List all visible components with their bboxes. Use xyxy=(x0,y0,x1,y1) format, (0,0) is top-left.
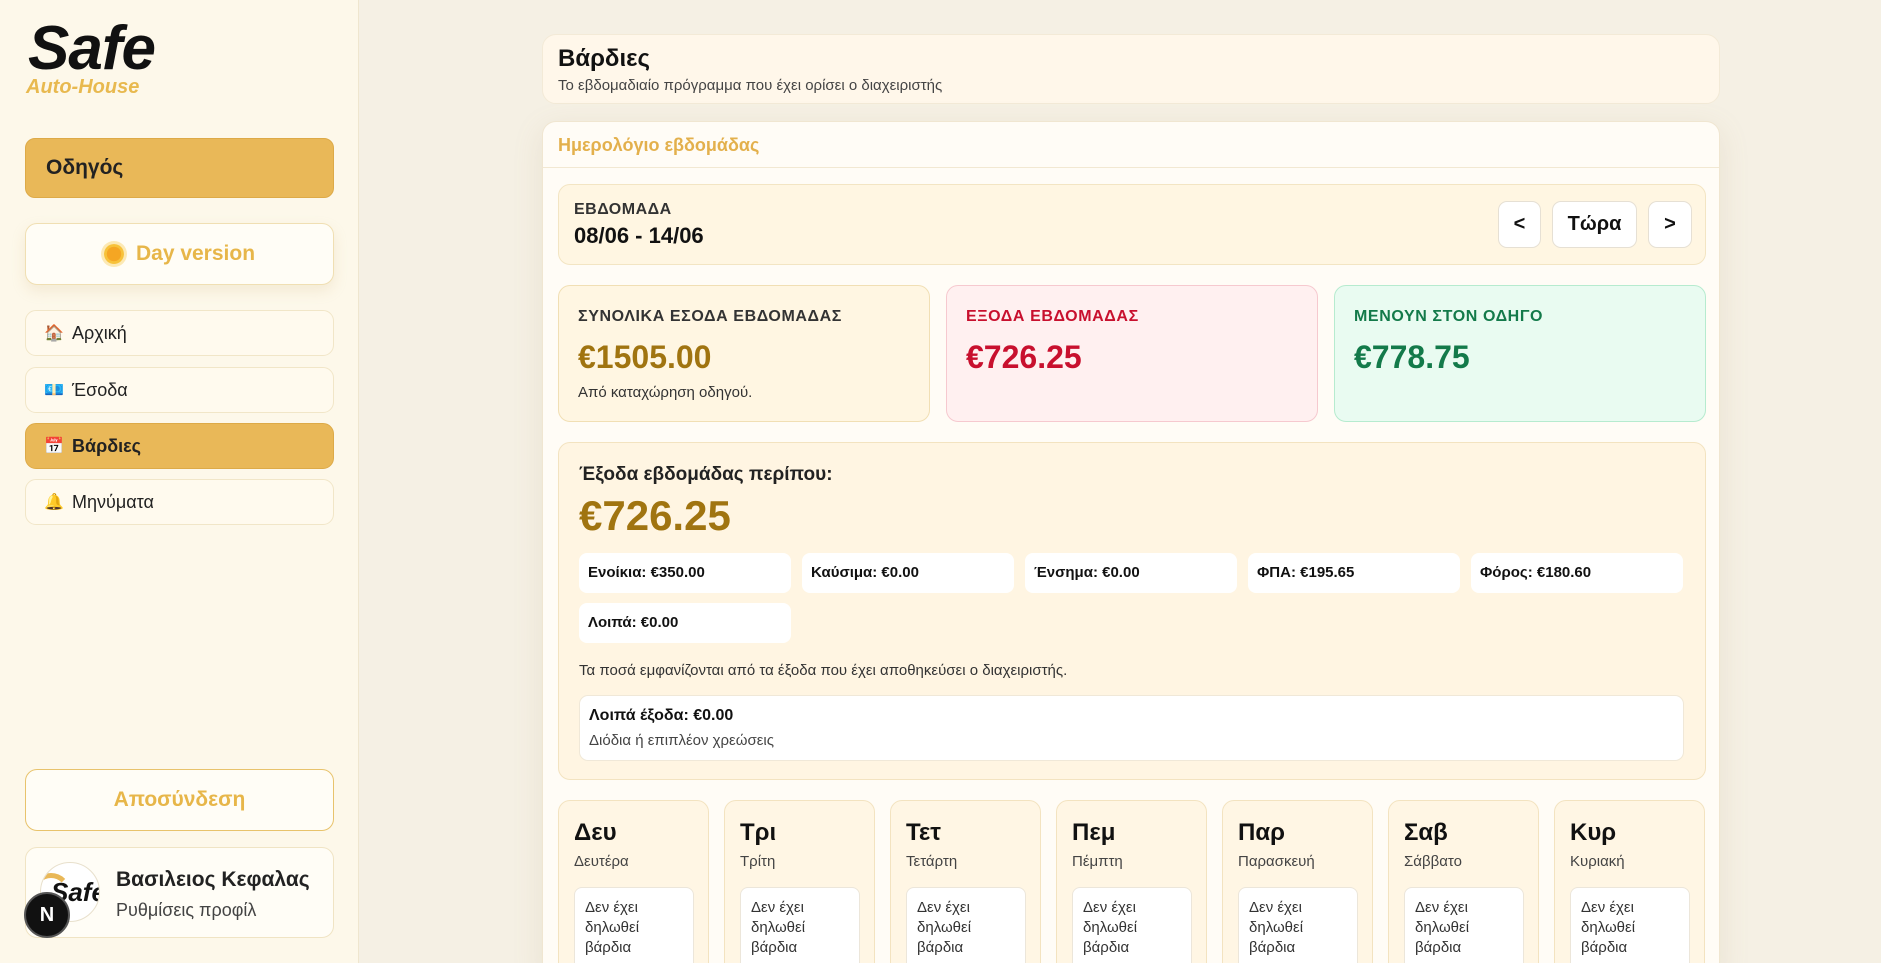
stat-income: ΣΥΝΟΛΙΚΑ ΕΣΟΔΑ ΕΒΔΟΜΑΔΑΣ €1505.00 Από κα… xyxy=(558,285,930,422)
profile-card[interactable]: Safe Βασιλειος Κεφαλας Ρυθμίσεις προφίλ xyxy=(25,847,334,938)
extra-expenses-title: Λοιπά έξοδα: €0.00 xyxy=(589,707,734,724)
day-card-tue[interactable]: Τρι Τρίτη Δεν έχει δηλωθεί βάρδια xyxy=(724,800,875,963)
day-full-name: Σάββατο xyxy=(1404,853,1462,870)
page-header: Βάρδιες Το εβδομαδιαίο πρόγραμμα που έχε… xyxy=(542,34,1720,104)
day-card-fri[interactable]: Παρ Παρασκευή Δεν έχει δηλωθεί βάρδια xyxy=(1222,800,1373,963)
sun-icon xyxy=(103,244,124,264)
day-full-name: Παρασκευή xyxy=(1238,853,1315,870)
day-shift-status: Δεν έχει δηλωθεί βάρδια xyxy=(1404,887,1524,963)
day-abbr: Κυρ xyxy=(1570,819,1617,846)
week-range: 08/06 - 14/06 xyxy=(574,223,704,248)
nav-item-home[interactable]: 🏠 Αρχική xyxy=(25,310,334,356)
nav-item-label: Μηνύματα xyxy=(72,491,154,512)
day-version-label: Day version xyxy=(135,242,256,265)
page-title: Βάρδιες xyxy=(558,45,651,72)
day-full-name: Τρίτη xyxy=(740,853,776,870)
stat-expenses-value: €726.25 xyxy=(966,339,1082,375)
day-abbr: Δευ xyxy=(574,819,617,846)
expense-chip-fuel: Καύσιμα: €0.00 xyxy=(802,553,1014,593)
day-card-thu[interactable]: Πεμ Πέμπτη Δεν έχει δηλωθεί βάρδια xyxy=(1056,800,1207,963)
expenses-breakdown: Έξοδα εβδομάδας περίπου: €726.25 Ενοίκια… xyxy=(558,442,1706,780)
stat-income-note: Από καταχώρηση οδηγού. xyxy=(578,384,753,401)
expense-chip-other: Λοιπά: €0.00 xyxy=(579,603,791,643)
page-subtitle: Το εβδομαδιαίο πρόγραμμα που έχει ορίσει… xyxy=(558,77,943,94)
home-icon: 🏠 xyxy=(44,325,64,342)
bell-icon: 🔔 xyxy=(44,494,64,511)
expense-chip-tax: Φόρος: €180.60 xyxy=(1471,553,1683,593)
stat-driver: ΜΕΝΟΥΝ ΣΤΟΝ ΟΔΗΓΟ €778.75 xyxy=(1334,285,1706,422)
nav-item-shifts[interactable]: 📅 Βάρδιες xyxy=(25,423,334,469)
day-card-wed[interactable]: Τετ Τετάρτη Δεν έχει δηλωθεί βάρδια xyxy=(890,800,1041,963)
day-abbr: Τετ xyxy=(906,819,941,846)
expense-chip-stamps: Ένσημα: €0.00 xyxy=(1025,553,1237,593)
next-week-button[interactable]: > xyxy=(1648,201,1692,248)
day-card-mon[interactable]: Δευ Δευτέρα Δεν έχει δηλωθεί βάρδια xyxy=(558,800,709,963)
day-full-name: Τετάρτη xyxy=(906,853,958,870)
day-full-name: Κυριακή xyxy=(1570,853,1625,870)
week-selector: ΕΒΔΟΜΑΔΑ 08/06 - 14/06 < Τώρα > xyxy=(558,184,1706,265)
nav-item-label: Αρχική xyxy=(72,322,127,343)
day-shift-status: Δεν έχει δηλωθεί βάρδια xyxy=(1570,887,1690,963)
expenses-note: Τα ποσά εμφανίζονται από τα έξοδα που έχ… xyxy=(579,662,1068,679)
stat-driver-label: ΜΕΝΟΥΝ ΣΤΟΝ ΟΔΗΓΟ xyxy=(1354,308,1544,325)
brand-logo[interactable]: Safe Auto-House xyxy=(26,14,156,99)
day-card-sat[interactable]: Σαβ Σάββατο Δεν έχει δηλωθεί βάρδια xyxy=(1388,800,1539,963)
expense-chip-rent: Ενοίκια: €350.00 xyxy=(579,553,791,593)
day-abbr: Παρ xyxy=(1238,819,1285,846)
day-card-sun[interactable]: Κυρ Κυριακή Δεν έχει δηλωθεί βάρδια xyxy=(1554,800,1705,963)
money-icon: 💶 xyxy=(44,382,64,399)
nextjs-devtools-badge[interactable]: N xyxy=(24,892,70,938)
calendar-title: Ημερολόγιο εβδομάδας xyxy=(558,135,760,155)
prev-week-button[interactable]: < xyxy=(1498,201,1541,248)
week-calendar-card: Ημερολόγιο εβδομάδας ΕΒΔΟΜΑΔΑ 08/06 - 14… xyxy=(542,121,1720,963)
stat-driver-value: €778.75 xyxy=(1354,339,1470,375)
extra-expenses: Λοιπά έξοδα: €0.00 Διόδια ή επιπλέον χρε… xyxy=(579,695,1684,761)
week-label: ΕΒΔΟΜΑΔΑ xyxy=(574,201,672,218)
expenses-total: €726.25 xyxy=(579,492,731,539)
day-shift-status: Δεν έχει δηλωθεί βάρδια xyxy=(740,887,860,963)
profile-name: Βασιλειος Κεφαλας xyxy=(116,868,310,891)
day-shift-status: Δεν έχει δηλωθεί βάρδια xyxy=(906,887,1026,963)
nav-item-label: Έσοδα xyxy=(72,379,128,400)
nav-item-messages[interactable]: 🔔 Μηνύματα xyxy=(25,479,334,525)
stat-income-label: ΣΥΝΟΛΙΚΑ ΕΣΟΔΑ ΕΒΔΟΜΑΔΑΣ xyxy=(578,308,842,325)
day-shift-status: Δεν έχει δηλωθεί βάρδια xyxy=(1238,887,1358,963)
day-shift-status: Δεν έχει δηλωθεί βάρδια xyxy=(1072,887,1192,963)
day-abbr: Τρι xyxy=(740,819,777,846)
day-shift-status: Δεν έχει δηλωθεί βάρδια xyxy=(574,887,694,963)
day-full-name: Πέμπτη xyxy=(1072,853,1123,870)
brand-name: Safe xyxy=(28,14,156,83)
expense-chip-vat: ΦΠΑ: €195.65 xyxy=(1248,553,1460,593)
extra-expenses-subtitle: Διόδια ή επιπλέον χρεώσεις xyxy=(589,732,774,749)
stat-expenses-label: ΕΞΟΔΑ ΕΒΔΟΜΑΔΑΣ xyxy=(966,308,1139,325)
day-version-button[interactable]: Day version xyxy=(25,223,334,285)
stat-income-value: €1505.00 xyxy=(578,339,712,375)
day-full-name: Δευτέρα xyxy=(574,853,629,870)
logout-button[interactable]: Αποσύνδεση xyxy=(25,769,334,831)
expenses-title: Έξοδα εβδομάδας περίπου: xyxy=(579,464,833,485)
nav-item-label: Βάρδιες xyxy=(72,435,142,456)
day-abbr: Πεμ xyxy=(1072,819,1116,846)
role-button[interactable]: Οδηγός xyxy=(25,138,334,198)
profile-settings-link[interactable]: Ρυθμίσεις προφίλ xyxy=(116,900,256,921)
current-week-button[interactable]: Τώρα xyxy=(1552,201,1637,248)
sidebar: Safe Auto-House Οδηγός Day version 🏠 Αρχ… xyxy=(0,0,359,963)
stat-expenses: ΕΞΟΔΑ ΕΒΔΟΜΑΔΑΣ €726.25 xyxy=(946,285,1318,422)
brand-subtitle: Auto-House xyxy=(26,76,140,98)
divider xyxy=(543,167,1719,168)
day-abbr: Σαβ xyxy=(1404,819,1448,846)
calendar-icon: 📅 xyxy=(44,438,64,455)
nav-item-income[interactable]: 💶 Έσοδα xyxy=(25,367,334,413)
